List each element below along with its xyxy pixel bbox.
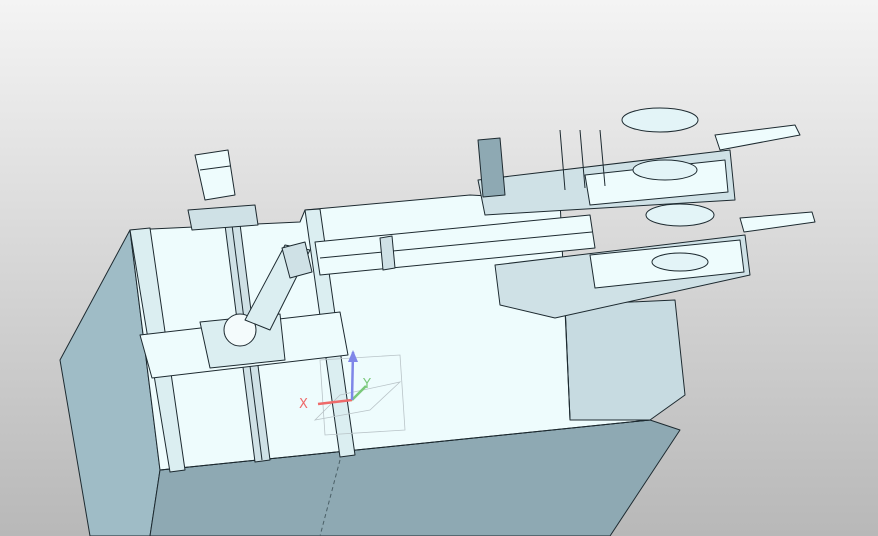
x-axis-label: X bbox=[299, 397, 308, 412]
beam-end-cap bbox=[379, 235, 396, 271]
upper-finger bbox=[714, 124, 801, 151]
upper-magazine bbox=[477, 137, 506, 198]
y-axis-label: Y bbox=[363, 377, 371, 392]
cad-viewport[interactable]: X Y bbox=[0, 0, 878, 536]
lower-disc-bottom bbox=[651, 252, 709, 272]
motor-flange bbox=[187, 204, 259, 231]
machine-model[interactable] bbox=[0, 0, 878, 536]
cabinet-side-face bbox=[564, 299, 686, 421]
upper-disc-lower bbox=[632, 159, 698, 181]
lower-finger bbox=[739, 211, 816, 233]
motor-body bbox=[194, 149, 236, 201]
upper-disc bbox=[621, 107, 699, 133]
lower-disc bbox=[645, 203, 715, 227]
